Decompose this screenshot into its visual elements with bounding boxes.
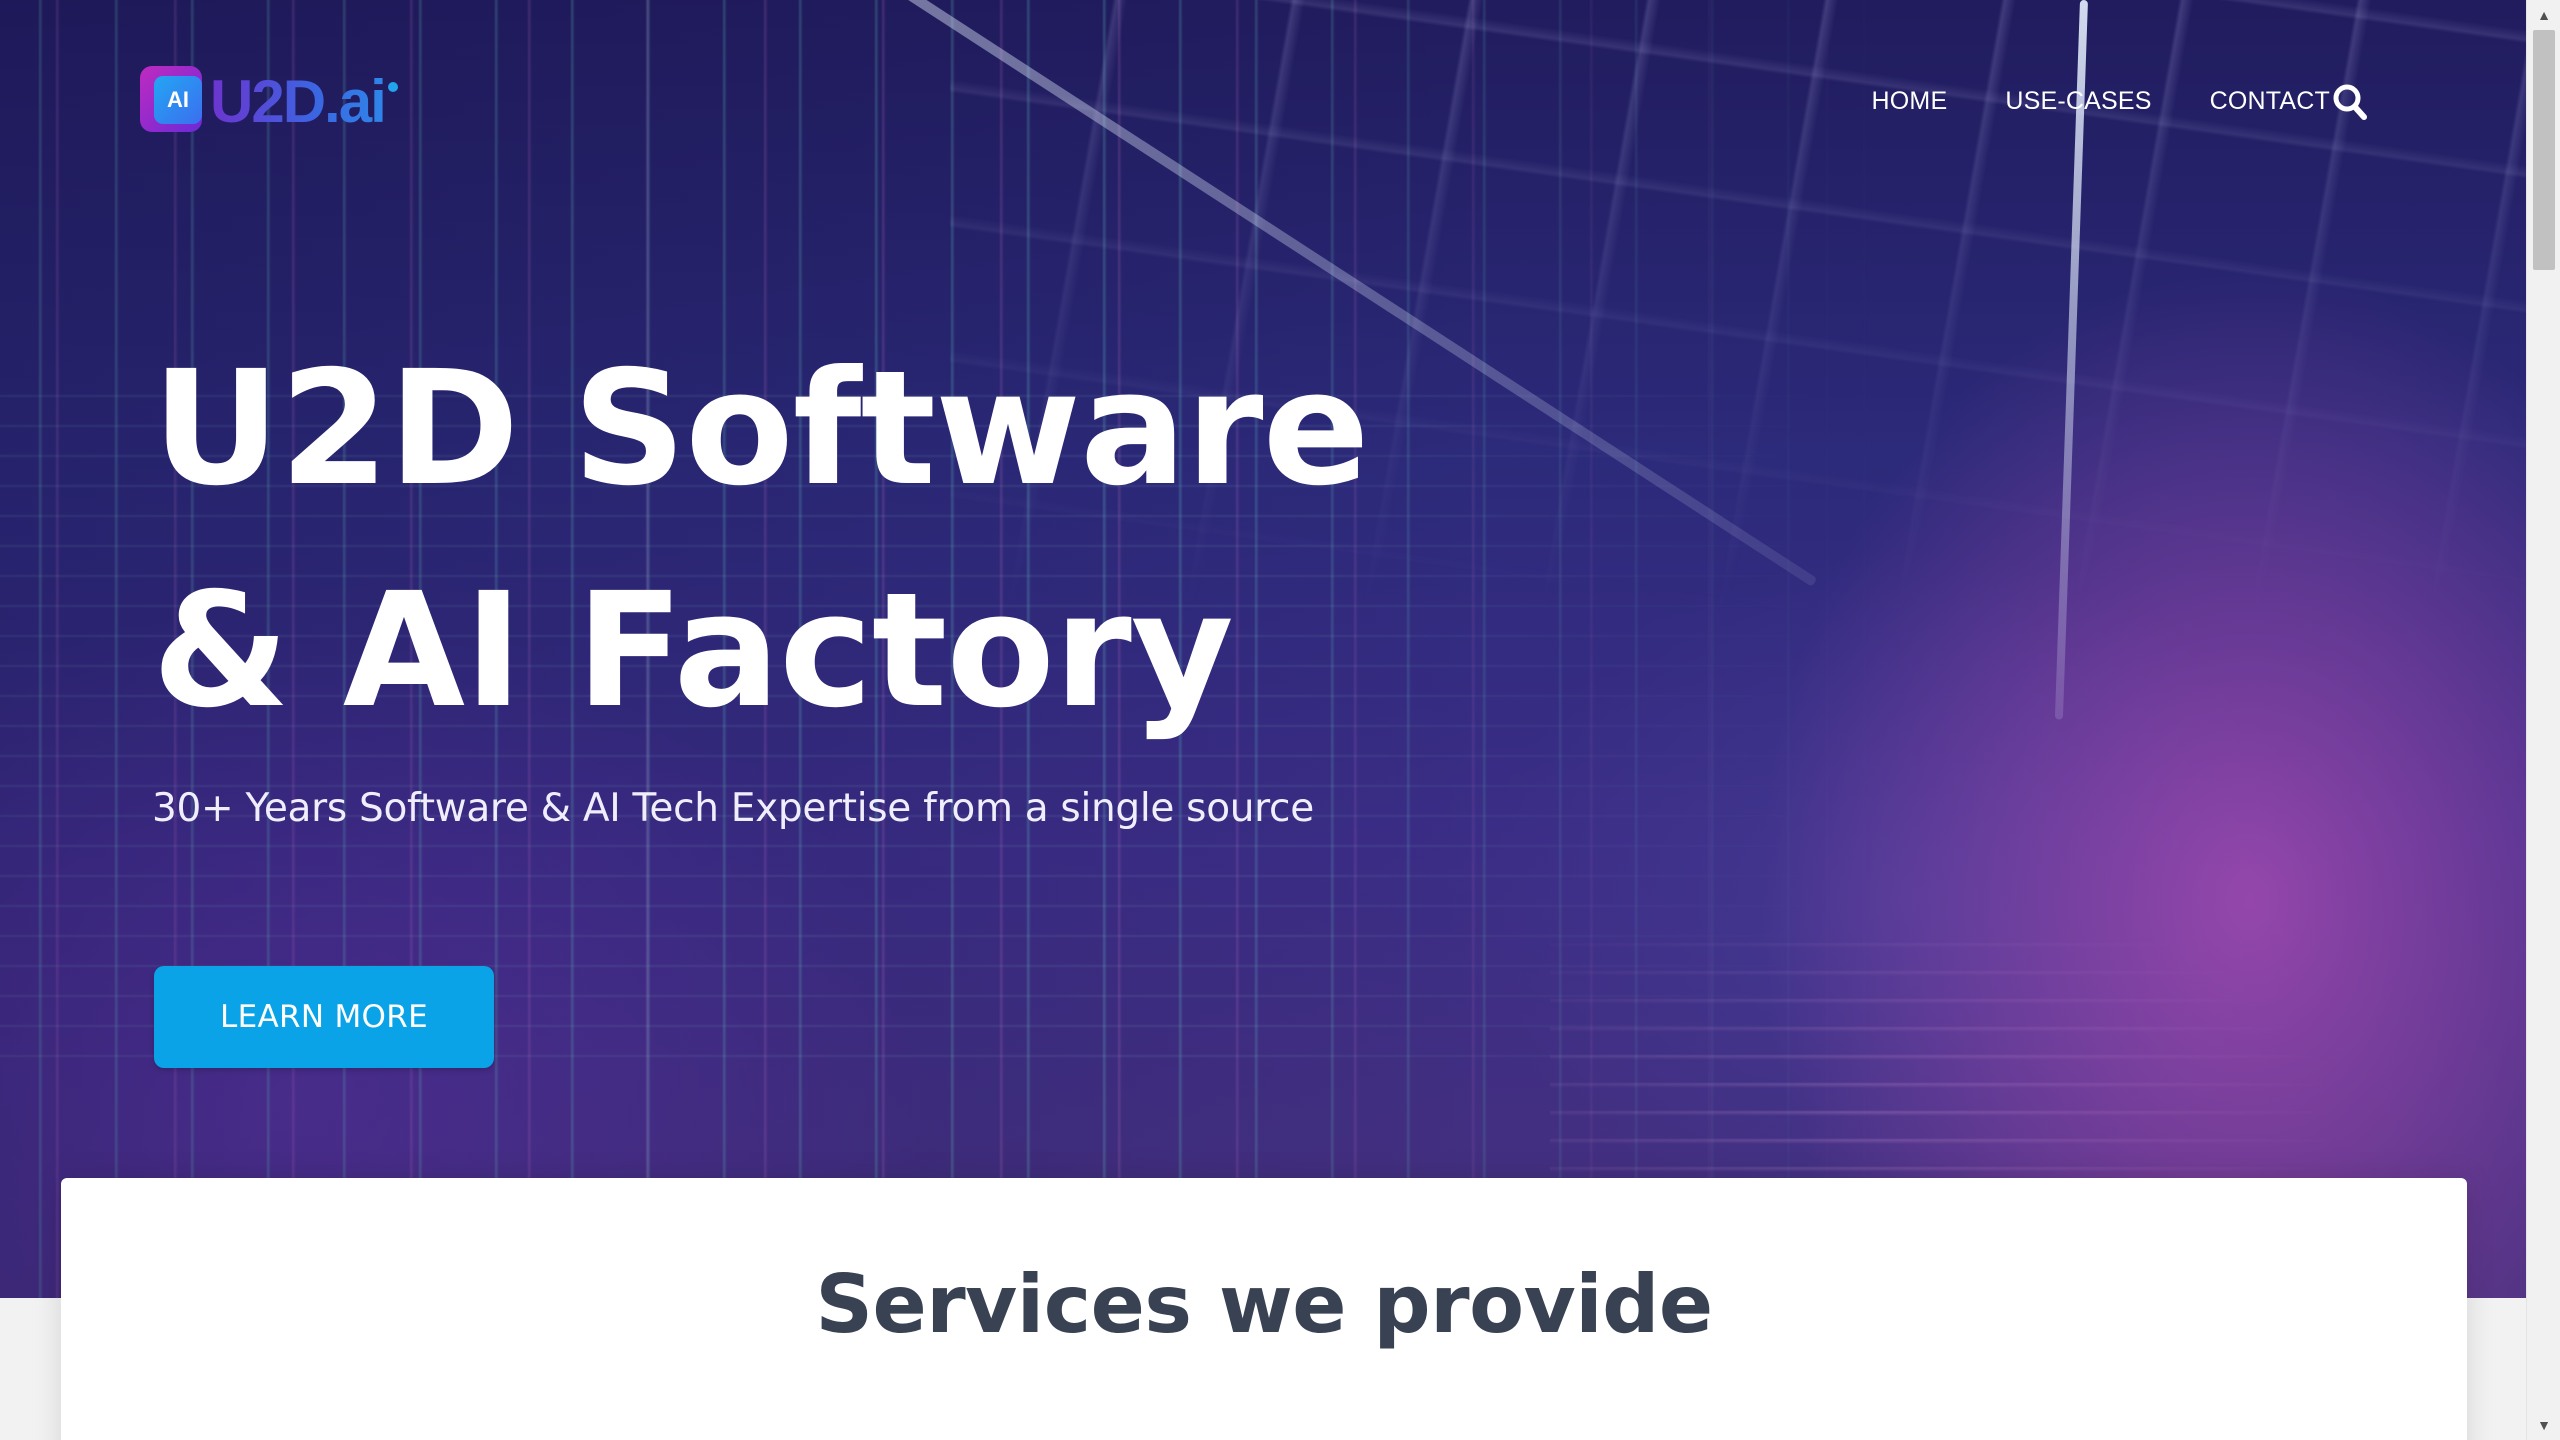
hero-title-line-2: & AI Factory [152, 559, 1234, 743]
hero-title-line-1: U2D Software [152, 337, 1370, 521]
learn-more-button[interactable]: LEARN MORE [154, 966, 494, 1068]
services-heading: Services we provide [815, 1258, 1713, 1351]
logo-mark-text: AI [167, 87, 189, 112]
page: U2D Software & AI Factory 30+ Years Soft… [0, 0, 2526, 1440]
logo-wordmark: U2D.ai [210, 68, 387, 135]
main-nav: HOME USE-CASES CONTACT [1872, 76, 2330, 126]
hero-subtitle: 30+ Years Software & AI Tech Expertise f… [152, 786, 1314, 831]
logo-mark-icon: AI [140, 66, 206, 134]
page-scrollbar[interactable]: ▲ ▼ [2526, 0, 2560, 1440]
logo-dot [388, 82, 398, 92]
scroll-thumb[interactable] [2533, 30, 2555, 270]
search-icon[interactable] [2330, 80, 2370, 124]
nav-item-use-cases[interactable]: USE-CASES [2005, 87, 2151, 116]
scroll-up-icon[interactable]: ▲ [2527, 0, 2560, 30]
site-logo[interactable]: AI U2D.ai [140, 62, 410, 142]
services-card: Services we provide [61, 1178, 2467, 1440]
site-header: AI U2D.ai HOME USE-CASES CONTACT [0, 0, 2526, 200]
scroll-down-icon[interactable]: ▼ [2527, 1410, 2560, 1440]
hero-title: U2D Software & AI Factory [152, 318, 1370, 762]
nav-item-home[interactable]: HOME [1872, 87, 1948, 116]
nav-item-contact[interactable]: CONTACT [2210, 87, 2330, 116]
